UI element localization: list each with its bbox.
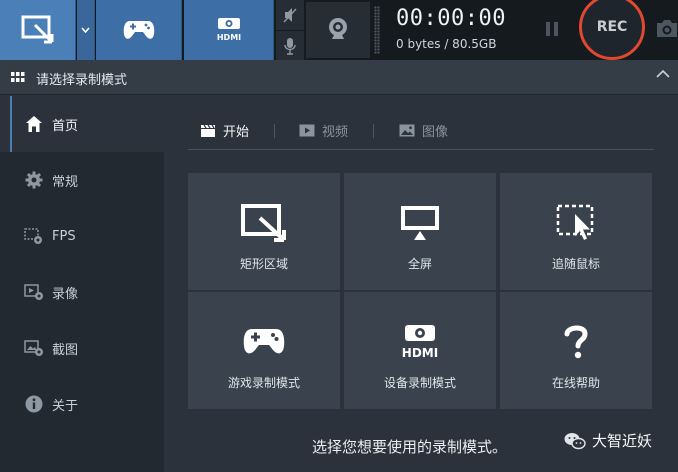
toolbar-divider [374,6,380,54]
hdmi-device-icon: HDMI [397,322,443,362]
picture-icon [399,124,415,137]
sidebar: 首页 常规 FPS 录像 截图 关于 [0,96,164,472]
rectangle-area-icon [240,203,288,243]
gamepad-icon [243,322,285,362]
mode-hint-text: 选择您想要使用的录制模式。 [312,438,508,456]
tab-start[interactable]: 开始 [200,121,249,140]
tab-label: 图像 [422,125,449,140]
sidebar-item-label: 关于 [52,398,79,414]
grid-menu-icon [11,72,25,82]
tab-label: 开始 [223,125,250,140]
question-icon [563,322,589,362]
sidebar-item-label: 截图 [52,342,79,358]
tile-label: 在线帮助 [551,376,600,390]
tile-label: 全屏 [407,257,432,271]
tab-divider [274,124,275,138]
watermark: 大智近妖 [564,430,652,451]
tile-online-help[interactable]: 在线帮助 [500,292,652,409]
monitor-icon [400,203,440,243]
rectangle-area-icon [21,15,53,44]
sidebar-item-video[interactable]: 录像 [0,264,164,320]
webcam-button[interactable] [306,2,370,58]
webcam-icon [329,18,347,39]
record-button[interactable]: REC [579,0,645,60]
chevron-down-icon [81,27,90,33]
tab-video[interactable]: 视频 [299,121,348,140]
device-mode-button[interactable]: HDMI [184,0,274,60]
tab-label: 视频 [322,125,349,140]
rectangle-mode-button[interactable] [0,0,76,60]
sidebar-item-home[interactable]: 首页 [0,96,164,152]
tile-label: 游戏录制模式 [227,376,300,390]
header-title: 请选择录制模式 [36,73,128,88]
record-label: REC [596,19,628,35]
hdmi-icon: HDMI [216,18,241,42]
video-settings-icon [24,282,44,302]
chevron-up-icon[interactable] [656,69,670,79]
play-icon [299,124,315,137]
info-icon [24,394,44,414]
tab-divider [373,124,374,138]
speaker-toggle[interactable] [276,0,304,30]
top-toolbar: HDMI 00:00:00 0 bytes / 80.5GB REC [0,0,678,60]
sidebar-item-label: 首页 [52,118,79,134]
tile-fullscreen[interactable]: 全屏 [344,173,496,290]
sidebar-item-label: FPS [52,228,76,244]
tile-label: 矩形区域 [239,257,288,271]
game-mode-button[interactable] [96,0,182,60]
svg-text:HDMI: HDMI [216,33,240,42]
wechat-icon [564,432,586,449]
home-icon [24,114,44,134]
tile-rectangle-area[interactable]: 矩形区域 [188,173,340,290]
sidebar-item-screenshot[interactable]: 截图 [0,320,164,376]
camera-icon [657,20,677,37]
sidebar-item-fps[interactable]: FPS [0,208,164,264]
fps-settings-icon [24,226,44,246]
recording-timer: 00:00:00 [396,6,506,31]
clapperboard-icon [201,124,215,137]
tile-game-mode[interactable]: 游戏录制模式 [188,292,340,409]
pause-icon [544,21,560,40]
audio-device-column [276,0,304,60]
mode-dropdown-button[interactable] [77,0,95,60]
sidebar-item-label: 常规 [52,174,79,190]
tab-image[interactable]: 图像 [399,121,448,140]
sidebar-item-about[interactable]: 关于 [0,376,164,432]
mode-select-header: 请选择录制模式 [0,60,678,95]
follow-mouse-icon [556,203,596,243]
tile-label: 设备录制模式 [383,376,456,390]
gamepad-icon [123,21,154,39]
gear-icon [24,170,44,190]
sidebar-item-label: 录像 [52,286,79,302]
main-tabs: 开始 视频 图像 [188,112,654,150]
pause-button[interactable] [540,18,564,42]
tile-device-mode[interactable]: HDMI 设备录制模式 [344,292,496,409]
microphone-icon [284,37,296,55]
speaker-icon [283,8,297,23]
microphone-toggle[interactable] [276,30,304,60]
screenshot-button[interactable] [654,16,678,42]
sidebar-item-general[interactable]: 常规 [0,152,164,208]
watermark-text: 大智近妖 [592,432,653,450]
tile-follow-mouse[interactable]: 追随鼠标 [500,173,652,290]
tile-label: 追随鼠标 [551,257,600,271]
svg-text:HDMI: HDMI [402,346,438,360]
storage-status: 0 bytes / 80.5GB [396,37,497,51]
image-settings-icon [24,338,44,358]
